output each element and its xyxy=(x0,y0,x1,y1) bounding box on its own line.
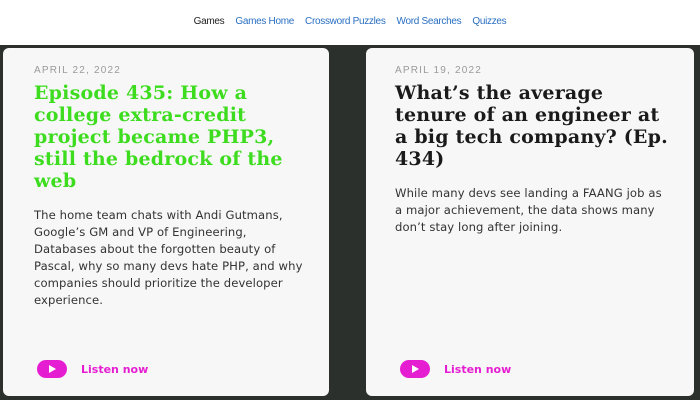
nav-link-quizzes[interactable]: Quizzes xyxy=(472,16,506,27)
card-title[interactable]: Episode 435: How a college extra-credit … xyxy=(34,82,303,192)
card-title[interactable]: What’s the average tenure of an engineer… xyxy=(395,82,668,170)
play-icon[interactable] xyxy=(37,360,67,378)
nav-link-games[interactable]: Games xyxy=(194,16,225,27)
listen-now-label[interactable]: Listen now xyxy=(444,363,511,376)
top-navigation: Games Games Home Crossword Puzzles Word … xyxy=(0,0,700,45)
listen-now-button[interactable]: Listen now xyxy=(400,360,511,378)
nav-link-games-home[interactable]: Games Home xyxy=(235,16,294,27)
podcast-card-episode-434[interactable]: APRIL 19, 2022 What’s the average tenure… xyxy=(366,48,694,396)
card-date: APRIL 19, 2022 xyxy=(395,65,483,76)
card-description: The home team chats with Andi Gutmans, G… xyxy=(34,208,303,307)
card-date: APRIL 22, 2022 xyxy=(34,65,122,76)
card-description: While many devs see landing a FAANG job … xyxy=(395,186,662,234)
play-icon[interactable] xyxy=(400,360,430,378)
listen-now-label[interactable]: Listen now xyxy=(81,363,148,376)
listen-now-button[interactable]: Listen now xyxy=(37,360,148,378)
nav-link-word-searches[interactable]: Word Searches xyxy=(397,16,462,27)
podcast-card-episode-435[interactable]: APRIL 22, 2022 Episode 435: How a colleg… xyxy=(3,48,329,396)
nav-link-crossword-puzzles[interactable]: Crossword Puzzles xyxy=(305,16,386,27)
